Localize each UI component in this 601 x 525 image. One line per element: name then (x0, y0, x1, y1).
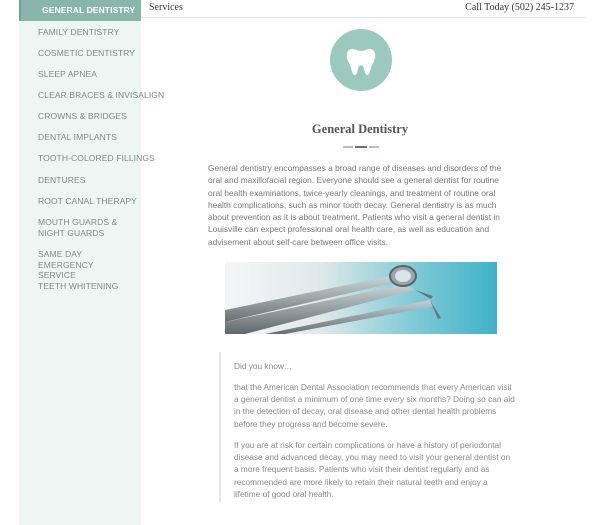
callout-paragraph-2: If you are at risk for certain complicat… (234, 440, 511, 499)
right-gutter (586, 0, 601, 525)
tooth-icon (346, 49, 376, 75)
intro-paragraph: General dentistry encompasses a broad ra… (208, 163, 502, 247)
callout-paragraph-1: that the American Dental Association rec… (234, 382, 515, 429)
sidebar-item-dental-implants[interactable]: DENTAL IMPLANTS (19, 132, 117, 143)
sidebar-item-root-canal-therapy[interactable]: ROOT CANAL THERAPY (19, 196, 137, 207)
sidebar-item-mouth-guards[interactable]: MOUTH GUARDS & NIGHT GUARDS (19, 217, 129, 238)
callout-heading: Did you know… (234, 361, 293, 371)
page-title: General Dentistry (311, 122, 409, 136)
breadcrumb-services[interactable]: Services (149, 2, 183, 13)
left-gutter (0, 0, 19, 525)
sidebar-item-tooth-colored-fillings[interactable]: TOOTH-COLORED FILLINGS (19, 153, 155, 164)
sidebar-nav: GENERAL DENTISTRY FAMILY DENTISTRY COSME… (19, 0, 164, 525)
sidebar-item-crowns-bridges[interactable]: CROWNS & BRIDGES (19, 111, 127, 122)
top-bar: Services Call Today (502) 245-1237 (141, 0, 586, 18)
sidebar-item-sleep-apnea[interactable]: SLEEP APNEA (19, 69, 97, 80)
sidebar-item-dentures[interactable]: DENTURES (19, 175, 86, 186)
sidebar-item-teeth-whitening[interactable]: TEETH WHITENING (19, 281, 118, 292)
dental-instruments-image (225, 262, 497, 334)
tooth-icon-badge (330, 29, 392, 91)
call-today-phone[interactable]: Call Today (502) 245-1237 (465, 2, 574, 13)
sidebar-item-cosmetic-dentistry[interactable]: COSMETIC DENTISTRY (19, 48, 135, 59)
sidebar-item-general-dentistry[interactable]: GENERAL DENTISTRY (19, 0, 141, 21)
sidebar-item-family-dentistry[interactable]: FAMILY DENTISTRY (19, 27, 119, 38)
sidebar-item-same-day-emergency[interactable]: SAME DAY EMERGENCY SERVICE (19, 249, 119, 281)
sidebar-item-clear-braces[interactable]: CLEAR BRACES & INVISALIGN (19, 90, 164, 101)
title-divider (343, 146, 379, 148)
did-you-know-callout: Did you know… that the American Dental A… (219, 352, 517, 502)
